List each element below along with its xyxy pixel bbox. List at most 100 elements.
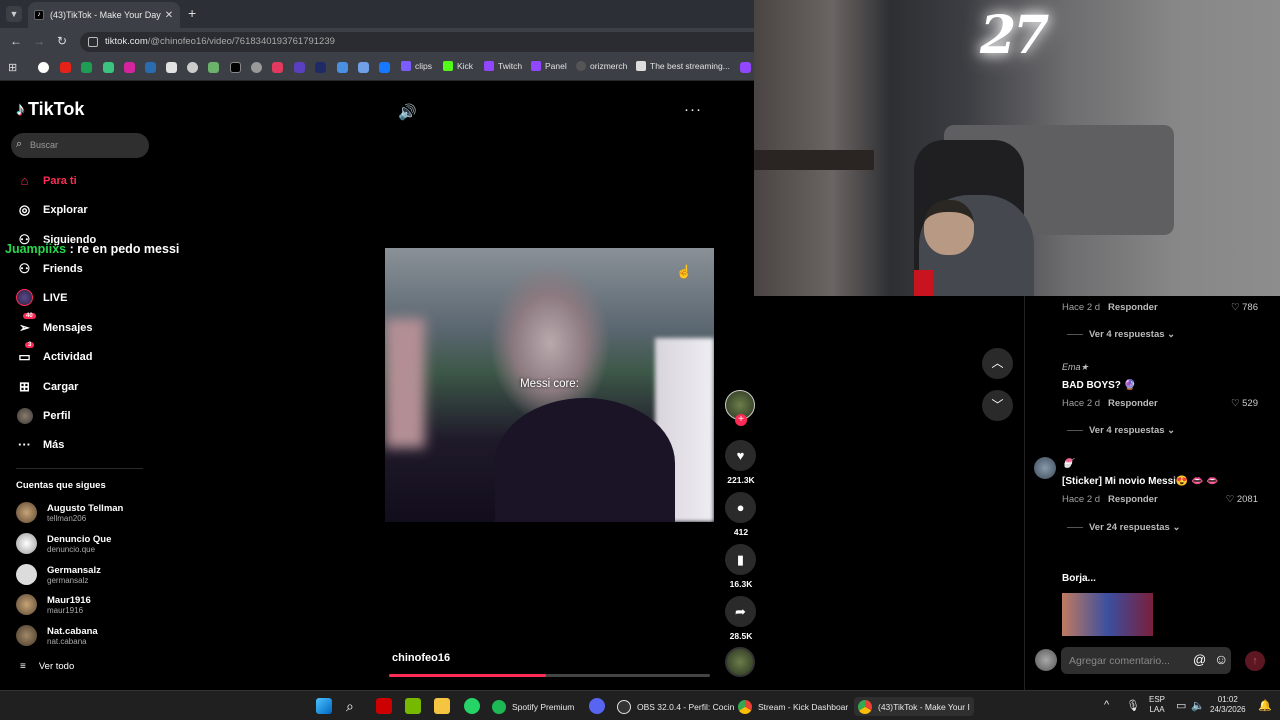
- reply-button[interactable]: Responder: [1108, 398, 1158, 409]
- bookmark-icon[interactable]: [103, 62, 114, 73]
- nav-explorar[interactable]: ◎ Explorar: [16, 201, 88, 218]
- bookmark-icon[interactable]: [315, 62, 326, 73]
- bookmark-streaming[interactable]: The best streaming...: [636, 61, 730, 71]
- bookmark-icon[interactable]: [337, 62, 348, 73]
- bookmark-panel[interactable]: Panel: [531, 61, 567, 71]
- reload-icon[interactable]: ↻: [57, 34, 67, 48]
- mention-icon[interactable]: @: [1193, 652, 1206, 667]
- video-player[interactable]: Messi core:: [385, 248, 714, 522]
- nav-perfil[interactable]: Perfil: [16, 407, 71, 424]
- send-button[interactable]: ↑: [1245, 651, 1265, 671]
- share-button[interactable]: ➦: [725, 596, 756, 627]
- save-button[interactable]: ▮: [725, 544, 756, 575]
- following-account[interactable]: Denuncio Que denuncio.que: [16, 533, 111, 554]
- folder-icon[interactable]: [434, 698, 450, 714]
- comment-like[interactable]: ♡ 2081: [1226, 494, 1258, 505]
- following-account[interactable]: Maur1916 maur1916: [16, 594, 91, 615]
- url-field[interactable]: tiktok.com/@chinofeo16/video/76183401937…: [80, 32, 754, 52]
- reply-button[interactable]: Responder: [1108, 494, 1158, 505]
- nav-cargar[interactable]: ⊞ Cargar: [16, 378, 78, 395]
- bookmark-icon[interactable]: [81, 62, 92, 73]
- taskbar-kick-dashboard[interactable]: Stream - Kick Dashboar: [738, 697, 848, 716]
- microphone-icon[interactable]: 🎙: [1126, 699, 1140, 712]
- view-replies-button[interactable]: Ver 4 respuestas ⌄: [1067, 425, 1175, 436]
- nav-live[interactable]: LIVE: [16, 289, 67, 306]
- video-progress-bar[interactable]: [389, 674, 710, 677]
- music-disc-icon[interactable]: [725, 647, 755, 677]
- following-account[interactable]: Augusto Tellman tellman206: [16, 502, 123, 523]
- following-account[interactable]: Nat.cabana nat.cabana: [16, 625, 98, 646]
- bookmark-icon[interactable]: [251, 62, 262, 73]
- chevron-up-icon[interactable]: ^: [1104, 699, 1109, 711]
- bookmark-icon[interactable]: [358, 62, 369, 73]
- bookmark-icon[interactable]: [379, 62, 390, 73]
- follow-plus-icon[interactable]: +: [735, 414, 747, 426]
- taskbar-spotify[interactable]: Spotify Premium: [492, 697, 574, 716]
- comment-input[interactable]: Agregar comentario... @ ☺: [1061, 647, 1231, 674]
- nav-actividad[interactable]: ▭ 3 Actividad: [16, 342, 93, 365]
- see-all-button[interactable]: ≡ Ver todo: [20, 661, 74, 672]
- nav-mensajes[interactable]: ➢ 40 Mensajes: [16, 313, 93, 336]
- taskbar-obs[interactable]: OBS 32.0.4 - Perfil: Cocin: [617, 697, 734, 716]
- video-author[interactable]: chinofeo16: [392, 652, 450, 664]
- comment-username[interactable]: Ema★: [1062, 362, 1089, 373]
- nav-friends[interactable]: ⚇ Friends: [16, 260, 83, 277]
- bookmark-icon[interactable]: [272, 62, 283, 73]
- bookmark-twitch[interactable]: Twitch: [484, 61, 522, 71]
- previous-video-button[interactable]: ︿: [982, 348, 1013, 379]
- view-replies-button[interactable]: Ver 4 respuestas ⌄: [1067, 329, 1175, 340]
- twitch-bookmark-icon[interactable]: [740, 62, 751, 73]
- start-icon[interactable]: [316, 698, 332, 714]
- forward-icon[interactable]: →: [33, 34, 45, 48]
- view-replies-button[interactable]: Ver 24 respuestas ⌄: [1067, 522, 1180, 533]
- reply-button[interactable]: Responder: [1108, 302, 1158, 313]
- comment-username[interactable]: 🍧: [1062, 458, 1073, 469]
- back-icon[interactable]: ←: [10, 34, 22, 48]
- nav-mas[interactable]: ··· Más: [16, 436, 64, 453]
- comment-button[interactable]: ●: [725, 492, 756, 523]
- more-options-icon[interactable]: ···: [684, 101, 702, 118]
- search-input[interactable]: ⌕ Buscar: [11, 133, 149, 158]
- google-bookmark-icon[interactable]: [38, 62, 49, 73]
- discord-icon[interactable]: [589, 698, 605, 714]
- bookmark-icon[interactable]: [166, 62, 177, 73]
- youtube-bookmark-icon[interactable]: [60, 62, 71, 73]
- taskbar-tiktok[interactable]: (43)TikTok - Make Your I: [854, 697, 974, 716]
- bookmark-icon[interactable]: [187, 62, 198, 73]
- close-tab-icon[interactable]: ✕: [164, 10, 174, 21]
- avatar[interactable]: [1034, 457, 1056, 479]
- instagram-bookmark-icon[interactable]: [124, 62, 135, 73]
- bookmark-kick[interactable]: Kick: [443, 61, 473, 71]
- clock[interactable]: 01:02 24/3/2026: [1210, 695, 1246, 715]
- volume-icon[interactable]: 🔈: [1191, 699, 1205, 712]
- like-button[interactable]: ♥: [725, 440, 756, 471]
- comment-like[interactable]: ♡ 529: [1231, 398, 1258, 409]
- emoji-icon[interactable]: ☺: [1214, 651, 1228, 667]
- nvidia-icon[interactable]: [405, 698, 421, 714]
- chat-username: Juampiixs: [5, 242, 67, 256]
- tiktok-bookmark-icon[interactable]: [230, 62, 241, 73]
- bookmark-icon[interactable]: [208, 62, 219, 73]
- browser-tab[interactable]: ♪ (43)TikTok - Make Your Day ✕: [28, 2, 180, 28]
- volume-icon[interactable]: 🔊: [398, 103, 417, 121]
- following-account[interactable]: Germansalz germansalz: [16, 564, 101, 585]
- bookmark-icon[interactable]: [294, 62, 305, 73]
- search-icon[interactable]: ⌕: [346, 698, 362, 714]
- nav-para-ti[interactable]: ⌂ Para ti: [16, 172, 77, 189]
- tiktok-logo[interactable]: ♪ TikTok: [16, 99, 84, 120]
- bookmark-icon[interactable]: [145, 62, 156, 73]
- language-indicator[interactable]: ESP LAA: [1149, 695, 1165, 715]
- tab-search-icon[interactable]: ▼: [6, 6, 22, 22]
- new-tab-icon[interactable]: +: [188, 5, 196, 21]
- comment-like[interactable]: ♡ 786: [1231, 302, 1258, 313]
- notification-icon[interactable]: 🔔: [1258, 699, 1272, 712]
- site-info-icon[interactable]: [88, 37, 98, 47]
- bookmark-clips[interactable]: clips: [401, 61, 432, 71]
- app-icon[interactable]: [376, 698, 392, 714]
- bookmark-orizmerch[interactable]: orizmerch: [576, 61, 627, 71]
- next-video-button[interactable]: ﹀: [982, 390, 1013, 421]
- apps-grid-icon[interactable]: ⊞: [8, 61, 17, 74]
- comment-username[interactable]: Borja...: [1062, 573, 1096, 584]
- whatsapp-icon[interactable]: [464, 698, 480, 714]
- network-icon[interactable]: ▭: [1176, 699, 1186, 712]
